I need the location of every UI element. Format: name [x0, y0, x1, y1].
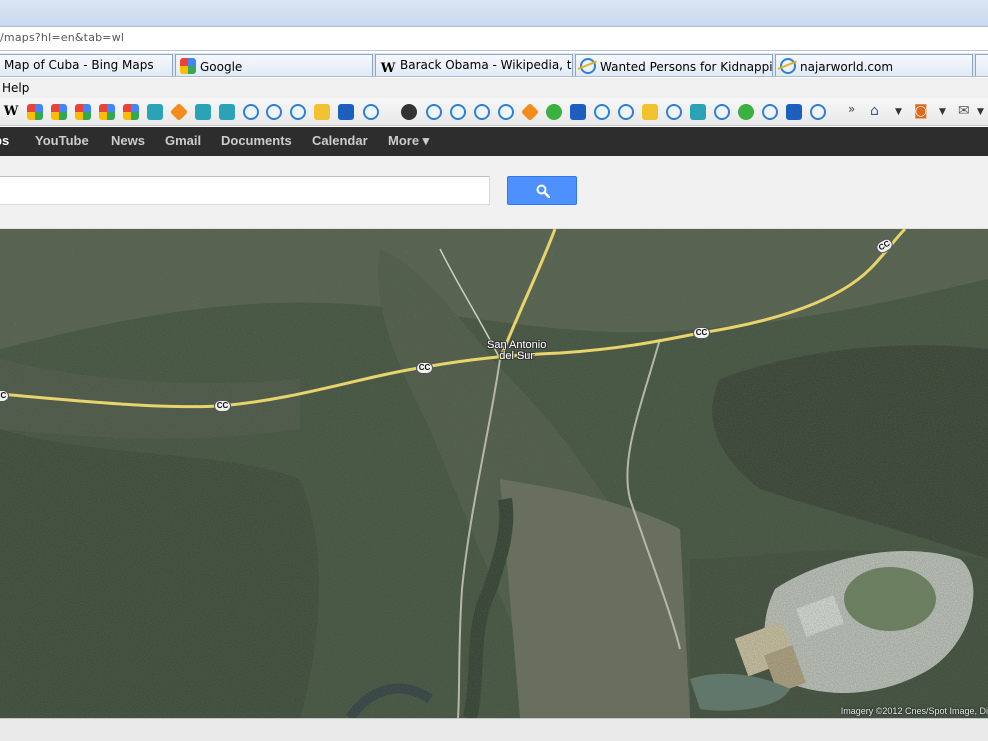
rss-feed-icon[interactable]: ◙ [914, 103, 928, 119]
ie-bookmark-icon[interactable] [810, 104, 826, 120]
ie-icon [580, 58, 596, 74]
tab-label: najarworld.com [800, 60, 894, 74]
nav-youtube[interactable]: YouTube [35, 133, 89, 148]
bookmark-icon[interactable] [195, 104, 211, 120]
wikipedia-icon[interactable]: W [3, 104, 19, 120]
imagery-attribution: Imagery ©2012 Cnes/Spot Image, Di [840, 706, 988, 716]
nav-documents[interactable]: Documents [221, 133, 292, 148]
tab-label: Google [200, 60, 243, 74]
address-text[interactable]: /maps?hl=en&tab=wl [0, 31, 124, 44]
dropdown-arrow-icon[interactable]: ▼ [895, 107, 902, 117]
place-label-san-antonio: San Antonio del Sur [487, 339, 547, 362]
satellite-imagery [0, 229, 988, 718]
home-icon[interactable]: ⌂ [870, 103, 879, 119]
toolbar-overflow-icon[interactable]: » [848, 102, 855, 116]
tab-wikipedia[interactable]: W Barack Obama - Wikipedia, th... [375, 54, 573, 76]
tab-strip: Map of Cuba - Bing Maps Google W Barack O… [0, 53, 988, 77]
new-tab-button[interactable] [975, 54, 988, 76]
bookmark-icon[interactable] [738, 104, 754, 120]
ie-bookmark-icon[interactable] [450, 104, 466, 120]
google-bookmark-icon[interactable] [123, 104, 139, 120]
search-button[interactable] [507, 176, 577, 205]
nav-gmail[interactable]: Gmail [165, 133, 201, 148]
search-row [0, 156, 988, 229]
ie-bookmark-icon[interactable] [243, 104, 259, 120]
address-bar[interactable]: /maps?hl=en&tab=wl [0, 27, 988, 51]
google-bookmark-icon[interactable] [75, 104, 91, 120]
road-shield: CC [693, 327, 710, 339]
bookmark-icon[interactable] [570, 104, 586, 120]
bookmark-icon[interactable] [147, 104, 163, 120]
search-input[interactable] [0, 176, 490, 205]
bookmark-icon[interactable] [219, 104, 235, 120]
road-shield: CC [416, 362, 433, 374]
ie-bookmark-icon[interactable] [426, 104, 442, 120]
tab-label: Barack Obama - Wikipedia, th... [400, 58, 573, 72]
status-bar [0, 718, 988, 741]
bookmark-icon[interactable] [314, 104, 330, 120]
tab-google[interactable]: Google [175, 54, 373, 76]
ie-bookmark-icon[interactable] [363, 104, 379, 120]
dropdown-arrow-icon[interactable]: ▼ [977, 107, 984, 117]
tab-label: Wanted Persons for Kidnapping [600, 60, 773, 74]
ie-bookmark-icon[interactable] [762, 104, 778, 120]
menu-bar: Help [0, 78, 988, 98]
ie-bookmark-icon[interactable] [594, 104, 610, 120]
bookmark-icon[interactable] [338, 104, 354, 120]
nav-calendar[interactable]: Calendar [312, 133, 368, 148]
wikipedia-icon: W [380, 61, 396, 76]
tab-label: Map of Cuba - Bing Maps [4, 58, 154, 72]
ie-bookmark-icon[interactable] [498, 104, 514, 120]
bookmark-icon[interactable] [642, 104, 658, 120]
tab-najarworld[interactable]: najarworld.com [775, 54, 973, 76]
window-title-strip [0, 0, 988, 27]
nav-more[interactable]: More ▾ [388, 133, 429, 149]
google-nav-bar: ps YouTube News Gmail Documents Calendar… [0, 127, 988, 156]
google-bookmark-icon[interactable] [27, 104, 43, 120]
satellite-map[interactable]: San Antonio del Sur CC CC CC CC CC Image… [0, 229, 988, 718]
google-bookmark-icon[interactable] [99, 104, 115, 120]
bookmark-icon[interactable] [546, 104, 562, 120]
ie-bookmark-icon[interactable] [666, 104, 682, 120]
ie-bookmark-icon[interactable] [290, 104, 306, 120]
road-shield: CC [214, 400, 231, 412]
ie-icon [780, 58, 796, 74]
ie-bookmark-icon[interactable] [474, 104, 490, 120]
bookmark-icon[interactable] [520, 102, 540, 122]
bookmark-icon[interactable] [786, 104, 802, 120]
search-icon [536, 184, 550, 198]
favorites-toolbar: W » ⌂ ▼ ◙ ▼ ✉ ▼ [0, 98, 988, 126]
bookmark-icon[interactable] [401, 104, 417, 120]
ie-bookmark-icon[interactable] [266, 104, 282, 120]
google-bookmark-icon[interactable] [51, 104, 67, 120]
tab-wanted-persons[interactable]: Wanted Persons for Kidnapping [575, 54, 773, 76]
google-icon [180, 58, 196, 74]
bookmark-icon[interactable] [169, 102, 189, 122]
tab-bing-maps[interactable]: Map of Cuba - Bing Maps [0, 54, 173, 76]
menu-help[interactable]: Help [2, 81, 29, 95]
nav-news[interactable]: News [111, 133, 145, 148]
dropdown-arrow-icon[interactable]: ▼ [939, 107, 946, 117]
bookmark-icon[interactable] [690, 104, 706, 120]
ie-bookmark-icon[interactable] [618, 104, 634, 120]
ie-bookmark-icon[interactable] [714, 104, 730, 120]
nav-maps[interactable]: ps [0, 133, 9, 148]
mail-icon[interactable]: ✉ [958, 103, 970, 119]
